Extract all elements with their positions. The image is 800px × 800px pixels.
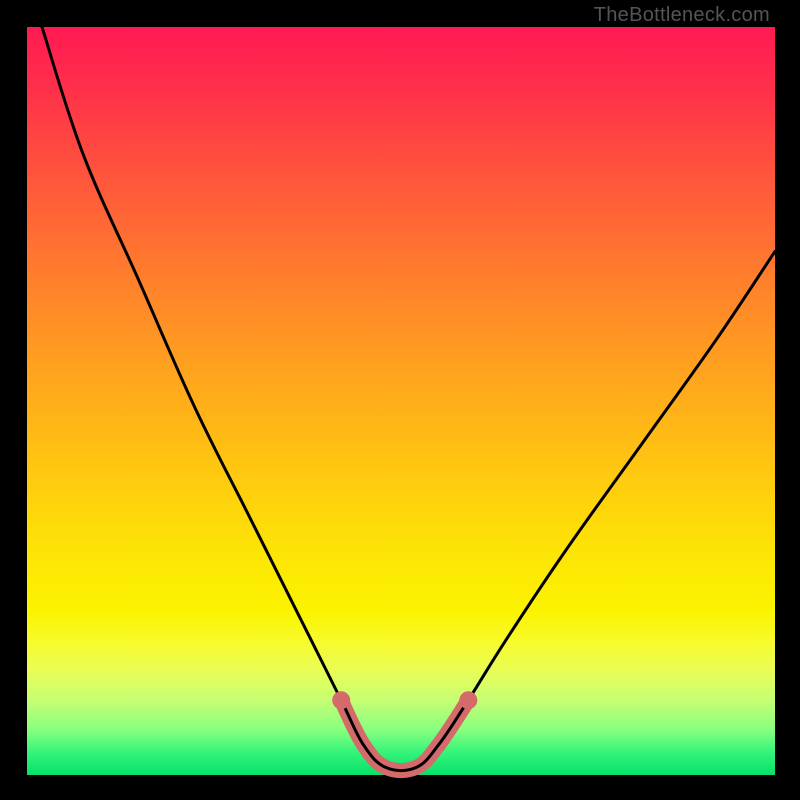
watermark-text: TheBottleneck.com [594,4,770,27]
plot-area [27,27,775,775]
curve-svg [27,27,775,775]
bottleneck-curve-line [42,27,775,771]
valley-endpoint-dot [332,691,350,709]
valley-endpoint-dot [459,691,477,709]
chart-frame: TheBottleneck.com [0,0,800,800]
valley-highlight [341,700,468,770]
